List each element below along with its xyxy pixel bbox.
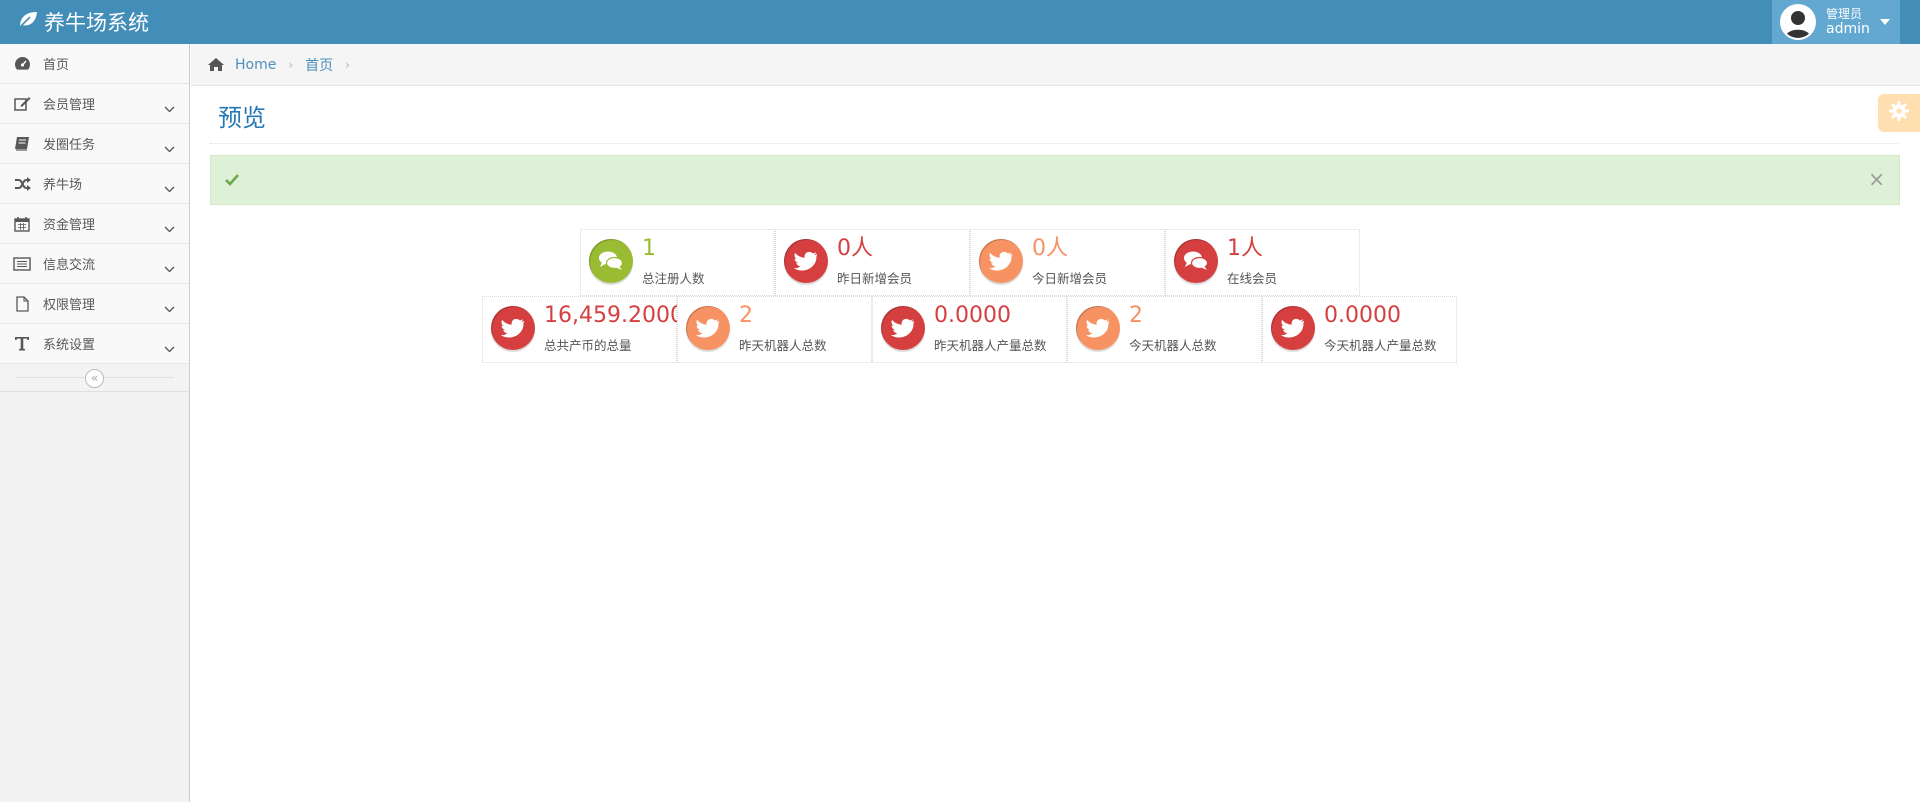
list-icon <box>11 256 33 271</box>
twitter-icon <box>979 239 1023 283</box>
stat-value: 16,459.2000 <box>544 303 684 328</box>
stat-label: 在线会员 <box>1227 271 1278 286</box>
edit-icon <box>11 96 33 111</box>
page-title: 预览 <box>218 104 266 132</box>
stat-today-robot-output: 0.0000 今天机器人产量总数 <box>1262 296 1457 363</box>
stat-today-robots: 2 今天机器人总数 <box>1067 296 1262 363</box>
stat-label: 总共产币的总量 <box>544 338 632 353</box>
sidebar-item-label: 权限管理 <box>43 298 96 313</box>
twitter-icon <box>881 306 925 350</box>
home-icon <box>207 57 225 72</box>
chevron-down-icon <box>164 98 175 117</box>
sidebar-item-messages[interactable]: 信息交流 <box>0 244 189 284</box>
stat-label: 总注册人数 <box>642 271 705 286</box>
breadcrumb: Home › 首页 › <box>191 44 1920 86</box>
chevron-down-icon <box>164 298 175 317</box>
stat-label: 昨天机器人产量总数 <box>934 338 1047 353</box>
stat-label: 今日新增会员 <box>1032 271 1108 286</box>
chevron-down-icon <box>164 338 175 357</box>
random-icon <box>11 176 33 191</box>
chevron-down-icon <box>164 258 175 277</box>
sidebar-collapse-bar: « <box>0 364 189 392</box>
success-alert: × <box>210 155 1900 205</box>
top-navbar: 养牛场系统 管理员 admin <box>0 0 1920 44</box>
stat-value: 2 <box>1129 303 1143 328</box>
sidebar-item-label: 系统设置 <box>43 338 96 353</box>
caret-down-icon <box>1879 19 1890 25</box>
dashboard-icon <box>11 56 33 71</box>
stat-value: 0.0000 <box>1324 303 1401 328</box>
stat-online-members: 1人 在线会员 <box>1165 229 1360 296</box>
chevron-right-icon: › <box>345 57 350 72</box>
twitter-icon <box>686 306 730 350</box>
page-header: 预览 <box>210 86 1900 144</box>
chevron-down-icon <box>164 178 175 197</box>
stat-label: 今天机器人总数 <box>1129 338 1217 353</box>
stat-value: 1 <box>642 236 656 261</box>
sidebar-item-permissions[interactable]: 权限管理 <box>0 284 189 324</box>
sidebar-item-members[interactable]: 会员管理 <box>0 84 189 124</box>
sidebar-item-finance[interactable]: 资金管理 <box>0 204 189 244</box>
text-icon <box>11 336 33 351</box>
stat-label: 昨日新增会员 <box>837 271 913 286</box>
stat-label: 昨天机器人总数 <box>739 338 827 353</box>
stat-value: 0.0000 <box>934 303 1011 328</box>
stat-total-registered: 1 总注册人数 <box>580 229 775 296</box>
sidebar-item-label: 发圈任务 <box>43 138 96 153</box>
twitter-icon <box>1271 306 1315 350</box>
breadcrumb-current[interactable]: 首页 <box>305 55 333 75</box>
stat-value: 2 <box>739 303 753 328</box>
sidebar-item-label: 资金管理 <box>43 218 96 233</box>
file-icon <box>11 295 33 312</box>
stat-label: 今天机器人产量总数 <box>1324 338 1437 353</box>
chevron-down-icon <box>164 218 175 237</box>
sidebar-item-label: 信息交流 <box>43 258 96 273</box>
sidebar-item-home[interactable]: 首页 <box>0 44 189 84</box>
stat-value: 0人 <box>1032 236 1068 261</box>
comments-icon <box>1174 239 1218 283</box>
sidebar-item-label: 首页 <box>43 58 70 73</box>
user-menu[interactable]: 管理员 admin <box>1772 0 1900 44</box>
twitter-icon <box>1076 306 1120 350</box>
user-name: admin <box>1826 21 1870 37</box>
ace-settings-button[interactable] <box>1878 94 1920 132</box>
twitter-icon <box>491 306 535 350</box>
leaf-icon <box>18 10 44 34</box>
twitter-icon <box>784 239 828 283</box>
chevron-right-icon: › <box>288 57 294 72</box>
stat-yesterday-robot-output: 0.0000 昨天机器人产量总数 <box>872 296 1067 363</box>
sidebar-collapse-button[interactable]: « <box>85 369 104 388</box>
sidebar-item-farm[interactable]: 养牛场 <box>0 164 189 204</box>
avatar <box>1780 4 1816 40</box>
sidebar-item-label: 会员管理 <box>43 98 96 113</box>
chevron-down-icon <box>164 138 175 157</box>
gear-icon <box>1888 100 1910 126</box>
sidebar: 首页 会员管理 发圈任务 养牛场 资金管理 信息交流 权限管理 系统设置 « <box>0 44 190 802</box>
alert-close-button[interactable]: × <box>1868 169 1885 189</box>
user-role: 管理员 <box>1826 7 1863 21</box>
brand-title: 养牛场系统 <box>44 11 149 35</box>
brand[interactable]: 养牛场系统 <box>18 0 149 44</box>
stat-yesterday-robots: 2 昨天机器人总数 <box>677 296 872 363</box>
calendar-icon <box>11 216 33 232</box>
check-icon <box>225 171 239 190</box>
stat-total-coins: 16,459.2000 总共产币的总量 <box>482 296 684 363</box>
sidebar-item-label: 养牛场 <box>43 178 83 193</box>
book-icon <box>11 136 33 151</box>
breadcrumb-home[interactable]: Home <box>235 57 276 73</box>
stat-value: 1人 <box>1227 236 1263 261</box>
stat-today-new-members: 0人 今日新增会员 <box>970 229 1165 296</box>
stat-yesterday-new-members: 0人 昨日新增会员 <box>775 229 970 296</box>
sidebar-item-settings[interactable]: 系统设置 <box>0 324 189 364</box>
stat-value: 0人 <box>837 236 873 261</box>
sidebar-item-tasks[interactable]: 发圈任务 <box>0 124 189 164</box>
comments-icon <box>589 239 633 283</box>
